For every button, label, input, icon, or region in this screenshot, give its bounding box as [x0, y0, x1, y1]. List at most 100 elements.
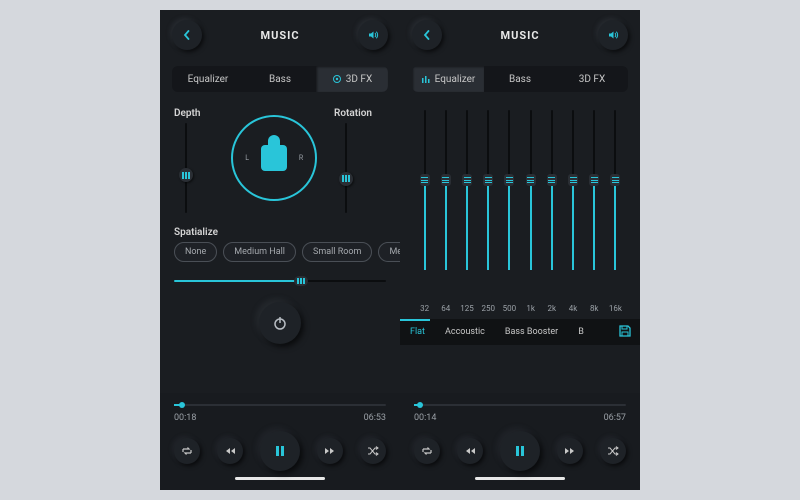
preset-item[interactable]: B [568, 319, 594, 345]
tab-3dfx[interactable]: 3D FX [316, 66, 388, 92]
freq-labels: 32641252505001k2k4k8k16k [400, 302, 640, 319]
tab-equalizer[interactable]: Equalizer [172, 66, 244, 92]
eq-band[interactable] [584, 110, 605, 298]
eq-band[interactable] [605, 110, 626, 298]
freq-label: 2k [541, 304, 562, 313]
prev-button[interactable] [457, 438, 483, 464]
header: MUSIC [160, 10, 400, 60]
volume-button[interactable] [598, 20, 628, 50]
tab-bass[interactable]: Bass [484, 66, 556, 92]
home-indicator [235, 477, 325, 480]
tab-label: 3D FX [579, 74, 605, 85]
elapsed: 00:14 [414, 413, 436, 423]
3dfx-icon [332, 74, 342, 84]
eq-presets: FlatAccousticBass BoosterB [400, 319, 640, 345]
preset-item[interactable]: Bass Booster [495, 319, 568, 345]
freq-label: 4k [562, 304, 583, 313]
shuffle-button[interactable] [600, 438, 626, 464]
controls [414, 431, 626, 471]
depth-column: Depth [174, 102, 214, 213]
rewind-icon [224, 445, 236, 457]
freq-label: 125 [456, 304, 477, 313]
next-button[interactable] [317, 438, 343, 464]
eq-sliders [400, 102, 640, 302]
eq-band[interactable] [541, 110, 562, 298]
eq-band[interactable] [562, 110, 583, 298]
freq-label: 1k [520, 304, 541, 313]
repeat-icon [421, 445, 433, 457]
tab-3dfx[interactable]: 3D FX [556, 66, 628, 92]
channel-l: L [245, 154, 249, 162]
forward-icon [564, 445, 576, 457]
spatialize-options: None Medium Hall Small Room Med [160, 242, 400, 262]
power-button[interactable] [259, 302, 301, 344]
back-button[interactable] [172, 20, 202, 50]
spatial-display: L R [231, 115, 317, 201]
save-preset-button[interactable] [618, 324, 634, 340]
shuffle-icon [367, 445, 379, 457]
channel-r: R [299, 154, 303, 162]
play-pause-button[interactable] [500, 431, 540, 471]
rotation-slider[interactable] [334, 123, 358, 213]
back-button[interactable] [412, 20, 442, 50]
shuffle-icon [607, 445, 619, 457]
total: 06:57 [604, 413, 626, 423]
pause-icon [273, 444, 287, 458]
rotation-column: Rotation [334, 102, 386, 213]
repeat-icon [181, 445, 193, 457]
volume-icon [367, 29, 379, 41]
pause-icon [513, 444, 527, 458]
eq-band[interactable] [478, 110, 499, 298]
progress-bar[interactable] [174, 401, 386, 409]
eq-band[interactable] [414, 110, 435, 298]
preset-item[interactable]: Flat [400, 319, 435, 345]
save-icon [618, 324, 632, 338]
tab-label: Bass [509, 74, 531, 85]
spatialize-slider[interactable] [174, 276, 386, 286]
spatialize-option[interactable]: Med [378, 242, 400, 262]
depth-slider[interactable] [174, 123, 198, 213]
eq-band[interactable] [499, 110, 520, 298]
freq-label: 64 [435, 304, 456, 313]
repeat-button[interactable] [174, 438, 200, 464]
tabs: Equalizer Bass 3D FX [412, 66, 628, 92]
header: MUSIC [400, 10, 640, 60]
freq-label: 250 [478, 304, 499, 313]
volume-icon [607, 29, 619, 41]
tabs: Equalizer Bass 3D FX [172, 66, 388, 92]
shuffle-button[interactable] [360, 438, 386, 464]
progress-bar[interactable] [414, 401, 626, 409]
tab-bass[interactable]: Bass [244, 66, 316, 92]
total: 06:53 [364, 413, 386, 423]
time-row: 00:18 06:53 [174, 413, 386, 423]
freq-label: 8k [584, 304, 605, 313]
page-title: MUSIC [260, 29, 299, 42]
eq-band[interactable] [520, 110, 541, 298]
tab-label: 3D FX [346, 74, 372, 85]
spatialize-option[interactable]: Medium Hall [223, 242, 296, 262]
power-icon [271, 314, 289, 332]
listener-icon [261, 145, 287, 171]
phone-3dfx: MUSIC Equalizer Bass 3D FX Depth L [160, 10, 400, 490]
eq-band[interactable] [456, 110, 477, 298]
fx-row: Depth L R Rotation [160, 102, 400, 213]
spatialize-option[interactable]: Small Room [302, 242, 372, 262]
preset-item[interactable]: Accoustic [435, 319, 495, 345]
tab-label: Equalizer [435, 74, 476, 85]
tab-label: Equalizer [188, 74, 229, 85]
next-button[interactable] [557, 438, 583, 464]
freq-label: 16k [605, 304, 626, 313]
forward-icon [324, 445, 336, 457]
repeat-button[interactable] [414, 438, 440, 464]
time-row: 00:14 06:57 [414, 413, 626, 423]
eq-band[interactable] [435, 110, 456, 298]
spatialize-label: Spatialize [174, 227, 386, 238]
prev-button[interactable] [217, 438, 243, 464]
tab-equalizer[interactable]: Equalizer [412, 66, 484, 92]
play-pause-button[interactable] [260, 431, 300, 471]
freq-label: 32 [414, 304, 435, 313]
volume-button[interactable] [358, 20, 388, 50]
controls [174, 431, 386, 471]
spatialize-option[interactable]: None [174, 242, 217, 262]
freq-label: 500 [499, 304, 520, 313]
